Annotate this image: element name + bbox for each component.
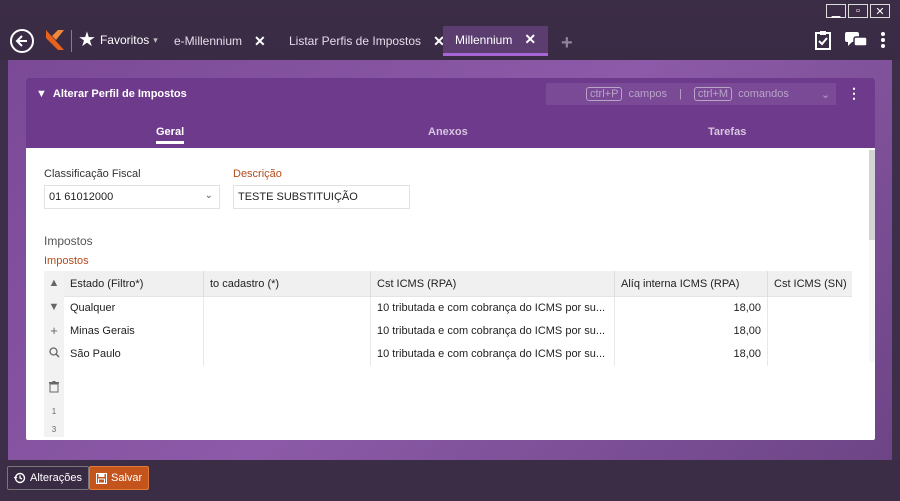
cell-cst-sn [768, 320, 852, 343]
cell-aliq: 18,00 [615, 320, 768, 343]
classificacao-label: Classificação Fiscal [44, 168, 141, 180]
tab-e-millennium[interactable]: e-Millennium ✕ [174, 26, 266, 56]
search-icon[interactable] [44, 347, 64, 361]
clipboard-check-icon[interactable] [814, 30, 832, 53]
panel-header: ▼ Alterar Perfil de Impostos ctrl+P camp… [26, 78, 875, 148]
app-logo-icon[interactable] [44, 28, 66, 52]
cell-estado: Qualquer [64, 297, 204, 320]
close-window-icon[interactable]: ✕ [870, 4, 890, 18]
close-tab-icon[interactable]: ✕ [524, 31, 536, 48]
salvar-button[interactable]: Salvar [89, 466, 150, 490]
new-tab-icon[interactable]: + [561, 32, 573, 55]
panel-title-text: Alterar Perfil de Impostos [52, 88, 187, 100]
salvar-label: Salvar [111, 472, 143, 484]
history-icon [14, 472, 26, 484]
descricao-value: TESTE SUBSTITUIÇÃO [238, 191, 358, 203]
tab-label: Listar Perfis de Impostos [289, 34, 422, 48]
shortcut-separator: | [678, 88, 682, 100]
cell-cst-sn [768, 297, 852, 320]
descricao-input[interactable]: TESTE SUBSTITUIÇÃO [233, 185, 410, 209]
window-controls: ▁ ▫ ✕ [826, 4, 890, 18]
gutter-number: 3 [51, 425, 57, 434]
panel-more-icon[interactable]: ⋮ [847, 85, 861, 102]
grid-toolbar: ▲ ▼ + 1 3 [44, 271, 64, 437]
cell-cst-sn [768, 343, 852, 366]
expand-down-icon[interactable]: ▼ [44, 301, 64, 313]
cell-aliq: 18,00 [615, 343, 768, 366]
col-cst-rpa[interactable]: Cst ICMS (RPA) [371, 271, 615, 297]
shortcut-label: campos [628, 88, 667, 100]
impostos-grid-title: Impostos [44, 255, 89, 267]
divider [71, 30, 72, 52]
title-bar: ▁ ▫ ✕ ★ Favoritos ▾ e-Millennium ✕ Lista… [0, 0, 900, 60]
tab-label: e-Millennium [174, 34, 243, 48]
cell-cadastro [204, 320, 371, 343]
col-cst-sn[interactable]: Cst ICMS (SN) [768, 271, 852, 297]
chat-icon[interactable] [844, 31, 868, 52]
cell-cst-rpa: 10 tributada e com cobrança do ICMS por … [371, 320, 615, 343]
alteracoes-label: Alterações [30, 472, 82, 484]
table-row[interactable]: Qualquer 10 tributada e com cobrança do … [64, 297, 852, 320]
more-vertical-icon[interactable] [880, 31, 886, 52]
table-row[interactable]: São Paulo 10 tributada e com cobrança do… [64, 343, 852, 366]
arrow-left-icon [15, 35, 27, 47]
table-row[interactable]: Minas Gerais 10 tributada e com cobrança… [64, 320, 852, 343]
minimize-icon[interactable]: ▁ [826, 4, 846, 18]
grid-header: Estado (Filtro*) to cadastro (*) Cst ICM… [64, 271, 852, 297]
chevron-down-icon[interactable]: ⌄ [821, 88, 830, 101]
descricao-label: Descrição [233, 168, 282, 180]
cell-aliq: 18,00 [615, 297, 768, 320]
tab-millennium[interactable]: Millennium ✕ [443, 26, 549, 56]
tab-label: Millennium [455, 32, 513, 47]
collapse-up-icon[interactable]: ▲ [44, 277, 64, 289]
perfil-panel: ▼ Alterar Perfil de Impostos ctrl+P camp… [26, 78, 875, 440]
shortcut-label: comandos [738, 88, 789, 100]
impostos-section-title: Impostos [44, 234, 93, 248]
tab-tarefas[interactable]: Tarefas [708, 126, 746, 138]
back-button[interactable] [10, 29, 34, 53]
cell-cadastro [204, 297, 371, 320]
toolbar-right [814, 30, 886, 53]
maximize-icon[interactable]: ▫ [848, 4, 868, 18]
cell-cadastro [204, 343, 371, 366]
favorites-label: Favoritos [99, 33, 150, 47]
tab-listar-perfis[interactable]: Listar Perfis de Impostos ✕ [289, 26, 445, 56]
chevron-down-icon: ▾ [153, 34, 158, 45]
trash-icon[interactable] [44, 381, 64, 396]
impostos-grid: ▲ ▼ + 1 3 Estado (Filtro*) to cadastro (… [44, 271, 852, 437]
add-row-icon[interactable]: + [44, 323, 64, 338]
cell-cst-rpa: 10 tributada e com cobrança do ICMS por … [371, 297, 615, 320]
save-icon [96, 472, 107, 484]
close-tab-icon[interactable]: ✕ [254, 33, 266, 50]
cell-cst-rpa: 10 tributada e com cobrança do ICMS por … [371, 343, 615, 366]
classificacao-select[interactable]: 01 61012000 ⌄ [44, 185, 220, 209]
chevron-down-icon: ⌄ [204, 190, 213, 201]
panel-scrollbar-thumb[interactable] [869, 150, 875, 240]
shortcut-hints: ctrl+P campos | ctrl+M comandos ⌄ [546, 83, 836, 105]
col-aliq-rpa[interactable]: Alíq interna ICMS (RPA) [615, 271, 768, 297]
tab-geral[interactable]: Geral [156, 126, 185, 144]
alteracoes-button[interactable]: Alterações [7, 466, 89, 490]
star-icon: ★ [78, 29, 96, 51]
bottom-bar: Alterações Salvar [0, 460, 900, 501]
classificacao-value: 01 61012000 [49, 191, 114, 203]
col-cadastro[interactable]: to cadastro (*) [204, 271, 371, 297]
gutter-number: 1 [51, 407, 57, 416]
cell-estado: São Paulo [64, 343, 204, 366]
col-estado[interactable]: Estado (Filtro*) [64, 271, 204, 297]
tab-anexos[interactable]: Anexos [428, 126, 468, 138]
caret-down-icon: ▼ [36, 88, 47, 100]
shortcut-key: ctrl+M [693, 87, 733, 101]
cell-estado: Minas Gerais [64, 320, 204, 343]
panel-title[interactable]: ▼ Alterar Perfil de Impostos [36, 88, 187, 100]
favorites-menu[interactable]: ★ Favoritos ▾ [78, 30, 158, 50]
shortcut-key: ctrl+P [586, 87, 623, 101]
